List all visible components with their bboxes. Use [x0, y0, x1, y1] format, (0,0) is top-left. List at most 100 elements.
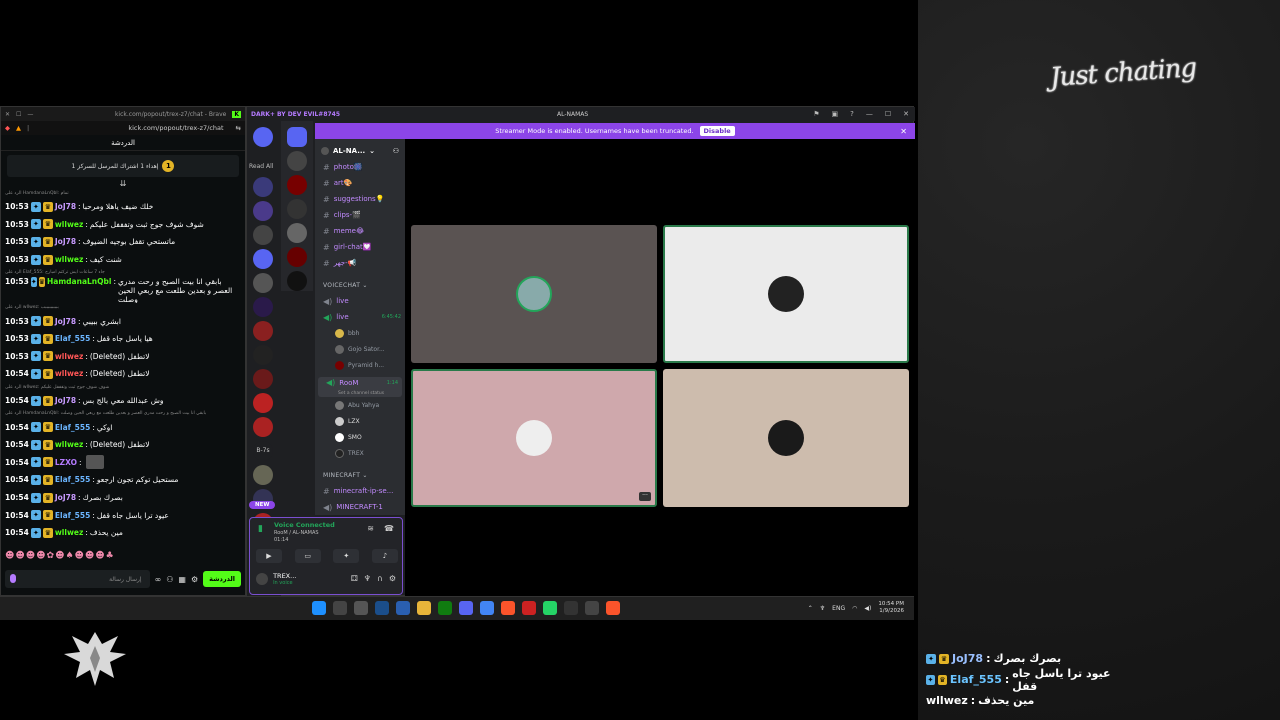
share-icon[interactable]: ⇆	[236, 124, 241, 132]
task-view-icon[interactable]	[354, 601, 368, 615]
soundboard-icon[interactable]: ♪	[371, 549, 398, 563]
voice-channel[interactable]: ◀) MINECRAFT-1	[315, 499, 405, 515]
server-icon[interactable]	[253, 369, 273, 389]
chat-message[interactable]: 10:54 ✦ ♛ wllwez: مين يحذف	[5, 524, 241, 542]
send-chat-button[interactable]: الدردشة	[203, 571, 241, 587]
discord-icon[interactable]	[459, 601, 473, 615]
maximize-icon[interactable]: ☐	[885, 110, 891, 118]
volume-icon[interactable]: ◀)	[864, 605, 871, 612]
chat-message[interactable]: 10:54 ✦ ♛ Elaf_555: عيود ترا ياسل جاه قفل	[5, 506, 241, 524]
steam-icon[interactable]	[396, 601, 410, 615]
voice-tile[interactable]	[411, 225, 657, 363]
message-username[interactable]: wllwez	[55, 255, 83, 264]
more-options-icon[interactable]: ···	[639, 492, 651, 501]
message-username[interactable]: wllwez	[55, 352, 83, 361]
app-icon[interactable]	[522, 601, 536, 615]
text-channel[interactable]: # minecraft-ip-se...	[315, 483, 405, 499]
maximize-icon[interactable]: ☐	[16, 111, 21, 118]
whatsapp-icon[interactable]	[543, 601, 557, 615]
chat-message[interactable]: 10:54 ✦ ♛ wllwez: (Deleted) لاتطفل	[5, 365, 241, 383]
discord-home-icon[interactable]	[253, 127, 273, 147]
search-icon[interactable]	[333, 601, 347, 615]
server-icon[interactable]	[287, 271, 307, 291]
message-username[interactable]: JoJ78	[55, 493, 76, 502]
server-icon[interactable]	[287, 223, 307, 243]
chat-message[interactable]: 10:53 ✦ ♛ HamdanaLnQbl: بابقي انا بيت الصبح …	[5, 277, 241, 303]
chat-message[interactable]: 10:53 ✦ ♛ wllwez: (Deleted) لاتطفل	[5, 348, 241, 366]
chat-message[interactable]: 10:54 ✦ ♛ JoJ78: وش عبدالله معي بالج بس	[5, 392, 241, 410]
message-username[interactable]: JoJ78	[55, 202, 76, 211]
server-icon[interactable]	[253, 417, 273, 437]
gamepad-icon[interactable]: ⚃	[351, 574, 358, 583]
minimize-icon[interactable]: —	[866, 110, 873, 118]
message-username[interactable]: HamdanaLnQbl	[47, 277, 111, 286]
voice-user[interactable]: Gojo Sator...	[315, 341, 405, 357]
edge-icon[interactable]	[375, 601, 389, 615]
voice-user[interactable]: TREX	[315, 445, 405, 461]
message-username[interactable]: JoJ78	[55, 237, 76, 246]
obs-icon[interactable]	[564, 601, 578, 615]
users-icon[interactable]: ⚇	[166, 575, 173, 584]
server-icon[interactable]	[253, 321, 273, 341]
message-username[interactable]: Elaf_555	[55, 511, 90, 520]
folder-icon[interactable]	[287, 127, 307, 147]
app-icon[interactable]	[585, 601, 599, 615]
chat-message[interactable]: 10:53 ✦ ♛ JoJ78: ابشري ببيبي	[5, 312, 241, 330]
signal-icon[interactable]: ▮	[258, 524, 263, 534]
message-username[interactable]: wllwez	[55, 369, 83, 378]
brave-icon[interactable]	[606, 601, 620, 615]
server-icon[interactable]	[287, 175, 307, 195]
server-icon[interactable]	[287, 151, 307, 171]
text-channel[interactable]: # clips-🎬	[315, 207, 405, 223]
voice-user[interactable]: LZX	[315, 413, 405, 429]
disable-streamer-button[interactable]: Disable	[699, 126, 735, 136]
chat-message[interactable]: 10:54 ✦ ♛ Elaf_555: اوكي	[5, 418, 241, 436]
close-icon[interactable]: ✕	[900, 127, 907, 136]
voice-channel-live[interactable]: ◀) live 6:45:42	[315, 309, 405, 325]
text-channel[interactable]: # suggestions💡	[315, 191, 405, 207]
server-icon-b7s[interactable]: B-7s	[253, 441, 273, 461]
settings-gear-icon[interactable]: ⚙	[389, 574, 396, 583]
message-username[interactable]: wllwez	[55, 528, 83, 537]
headphones-icon[interactable]: ∩	[377, 574, 383, 583]
screen-share-icon[interactable]: ▭	[294, 549, 321, 563]
emote-picker-icon[interactable]: ∞	[155, 575, 162, 584]
text-channel[interactable]: # girl-chat💟	[315, 239, 405, 255]
reply-context[interactable]: الرد على wllwez: ببببببببببب	[5, 303, 241, 312]
settings-gear-icon[interactable]: ⚙	[191, 575, 198, 584]
voice-channel-live[interactable]: ◀) live	[315, 293, 405, 309]
xbox-icon[interactable]	[438, 601, 452, 615]
server-icon[interactable]	[287, 199, 307, 219]
reply-context[interactable]: الرد على wllwez: شوف شوف جوج ثبت وتفففل …	[5, 383, 241, 392]
guild-header[interactable]: AL-NA... ⌄ ⚇	[315, 143, 405, 159]
activities-icon[interactable]: ✦	[333, 549, 360, 563]
chat-message[interactable]: 10:53 ✦ ♛ wllwez: شوف شوف جوج ثبت وتفففل علي…	[5, 216, 241, 234]
server-icon[interactable]	[253, 249, 273, 269]
channel-status[interactable]: Set a channel status	[326, 391, 402, 396]
message-username[interactable]: Elaf_555	[55, 475, 90, 484]
server-icon[interactable]	[253, 273, 273, 293]
microphone-icon[interactable]: ♆	[364, 574, 371, 583]
server-icon[interactable]	[253, 225, 273, 245]
chat-message[interactable]: 10:53 ✦ ♛ Elaf_555: هيا ياسل جاه قفل	[5, 330, 241, 348]
message-username[interactable]: JoJ78	[55, 396, 76, 405]
chat-message[interactable]: 10:53 ✦ ♛ wllwez: شنت كيف	[5, 251, 241, 269]
message-username[interactable]: Elaf_555	[55, 334, 90, 343]
mic-icon[interactable]: ♆	[820, 605, 825, 612]
category-minecraft[interactable]: MINECRAFT ⌄	[315, 467, 405, 483]
chat-message[interactable]: 10:54 ✦ ♛ Elaf_555: مستحيل توكم تجون ارجعو	[5, 471, 241, 489]
emote-bar[interactable]: ☻☻☻☻✿☻♠☻☻☻♣	[5, 551, 115, 561]
reply-context[interactable]: الرد على HamdanaLnQbl: تمام	[5, 189, 241, 198]
inbox-icon[interactable]: ▣	[832, 110, 839, 118]
reply-context[interactable]: الرد على HamdanaLnQbl: بابقي انا بيت الص…	[5, 409, 241, 418]
server-icon[interactable]	[253, 465, 273, 485]
voice-tile[interactable]	[663, 369, 909, 507]
flag-icon[interactable]: ⚑	[813, 110, 819, 118]
voice-tile[interactable]	[663, 225, 909, 363]
minimize-icon[interactable]: —	[27, 111, 33, 118]
camera-icon[interactable]: ▶	[256, 549, 282, 563]
user-panel[interactable]: TREX... In voice	[256, 572, 296, 586]
read-all-button[interactable]: Read All	[249, 163, 273, 170]
chat-message[interactable]: 10:53 ✦ ♛ JoJ78: خلك ضيف ياهلا ومرحبا	[5, 198, 241, 216]
server-icon[interactable]	[253, 201, 273, 221]
